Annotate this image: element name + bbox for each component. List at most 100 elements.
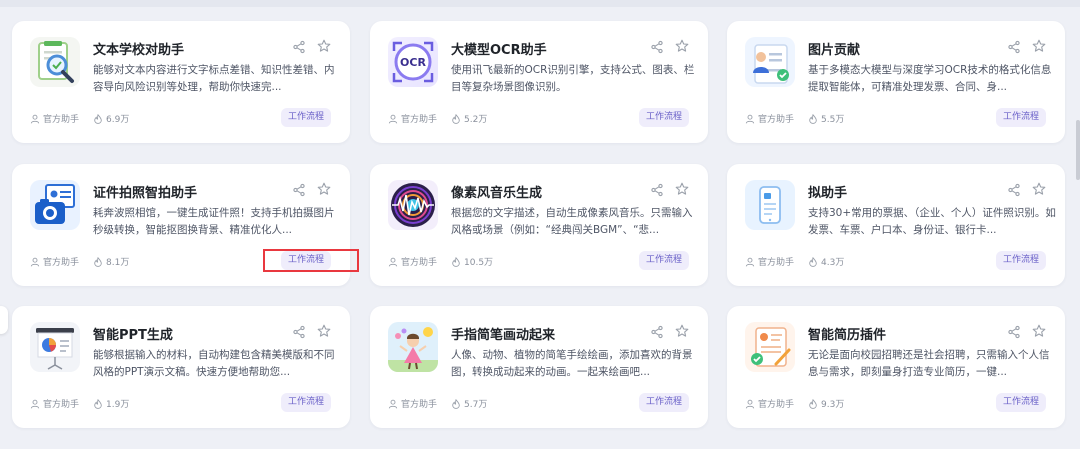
card-title: 手指简笔画动起来 (451, 328, 556, 343)
card-description: 支持30+常用的票据、（企业、个人）证件照识别。如发票、车票、户口本、身份证、银… (808, 207, 1056, 236)
share-icon[interactable] (292, 183, 306, 197)
card-description: 能够根据输入的材料，自动构建包含精美模版和不同风格的PPT演示文稿。快速方便地帮… (93, 349, 335, 378)
share-icon[interactable] (292, 325, 306, 339)
vinyl-music-icon (388, 180, 438, 230)
assistant-card-image-contribution[interactable]: 图片贡献 基于多模态大模型与深度学习OCR技术的格式化信息提取智能体，可精准处理… (727, 21, 1065, 143)
hot-flame-icon (809, 113, 817, 124)
share-icon[interactable] (292, 40, 306, 54)
author-label: 官方助手 (401, 400, 438, 410)
star-icon[interactable] (317, 182, 331, 196)
star-icon[interactable] (1032, 39, 1046, 53)
usage-count: 10.5万 (464, 258, 494, 268)
star-icon[interactable] (675, 324, 689, 338)
assistant-card-grid: 文本学校对助手 能够对文本内容进行文字标点差错、知识性差错、内容导向风险识别等处… (0, 0, 1080, 449)
user-icon (388, 114, 398, 123)
author-label: 官方助手 (43, 258, 80, 268)
card-meta: 官方助手 5.2万 (388, 112, 487, 125)
hot-flame-icon (94, 256, 102, 267)
hot-flame-icon (452, 256, 460, 267)
star-icon[interactable] (1032, 324, 1046, 338)
author-label: 官方助手 (43, 400, 80, 410)
usage-count: 8.1万 (106, 258, 130, 268)
user-icon (745, 257, 755, 266)
author-label: 官方助手 (43, 115, 80, 125)
star-icon[interactable] (317, 324, 331, 338)
card-title: 智能PPT生成 (93, 328, 173, 343)
card-meta: 官方助手 1.9万 (30, 397, 129, 410)
share-icon[interactable] (650, 183, 664, 197)
workflow-tag[interactable]: 工作流程 (996, 251, 1046, 270)
workflow-tag[interactable]: 工作流程 (281, 251, 331, 270)
user-icon (388, 257, 398, 266)
share-icon[interactable] (1007, 183, 1021, 197)
share-icon[interactable] (650, 325, 664, 339)
author-label: 官方助手 (758, 258, 795, 268)
card-description: 使用讯飞最新的OCR识别引擎，支持公式、图表、栏目等复杂场景图像识别。 (451, 64, 695, 93)
card-description: 能够对文本内容进行文字标点差错、知识性差错、内容导向风险识别等处理，帮助你快速完… (93, 64, 335, 93)
assistant-card-finger-drawing[interactable]: 手指简笔画动起来 人像、动物、植物的简笔手绘绘画，添加喜欢的背景图，转换成动起来… (370, 306, 708, 428)
workflow-tag[interactable]: 工作流程 (639, 393, 689, 412)
user-icon (30, 399, 40, 408)
author-label: 官方助手 (401, 258, 438, 268)
share-icon[interactable] (1007, 40, 1021, 54)
card-title: 像素风音乐生成 (451, 186, 543, 201)
workflow-tag[interactable]: 工作流程 (281, 393, 331, 412)
assistant-card-id-photo[interactable]: 证件拍照智拍助手 耗奔波照相馆，一键生成证件照！支持手机拍摄图片秒级转换，智能抠… (12, 164, 350, 286)
phone-document-icon (745, 180, 795, 230)
author-label: 官方助手 (758, 115, 795, 125)
card-title: 证件拍照智拍助手 (93, 186, 198, 201)
hot-flame-icon (452, 113, 460, 124)
user-icon (388, 399, 398, 408)
author-label: 官方助手 (758, 400, 795, 410)
user-icon (30, 114, 40, 123)
assistant-card-smart-ppt[interactable]: 智能PPT生成 能够根据输入的材料，自动构建包含精美模版和不同风格的PPT演示文… (12, 306, 350, 428)
id-document-icon (745, 37, 795, 87)
card-meta: 官方助手 8.1万 (30, 255, 129, 268)
hot-flame-icon (809, 398, 817, 409)
card-title: 文本学校对助手 (93, 43, 185, 58)
share-icon[interactable] (1007, 325, 1021, 339)
card-description: 根据您的文字描述，自动生成像素风音乐。只需输入风格或场景（例如：“经典闯关BGM… (451, 207, 693, 236)
star-icon[interactable] (1032, 182, 1046, 196)
card-description: 无论是面向校园招聘还是社会招聘，只需输入个人信息与需求，即刻量身打造专业简历，一… (808, 349, 1050, 378)
user-icon (745, 399, 755, 408)
star-icon[interactable] (675, 39, 689, 53)
author-label: 官方助手 (401, 115, 438, 125)
card-description: 耗奔波照相馆，一键生成证件照！支持手机拍摄图片秒级转换，智能抠图换背景、精准优化… (93, 207, 335, 236)
workflow-tag[interactable]: 工作流程 (639, 108, 689, 127)
user-icon (30, 257, 40, 266)
workflow-tag[interactable]: 工作流程 (996, 108, 1046, 127)
assistant-card-document-recognition[interactable]: 拟助手 支持30+常用的票据、（企业、个人）证件照识别。如发票、车票、户口本、身… (727, 164, 1065, 286)
card-title: 大模型OCR助手 (451, 43, 547, 58)
hot-flame-icon (94, 398, 102, 409)
usage-count: 5.2万 (464, 115, 488, 125)
card-meta: 官方助手 5.7万 (388, 397, 487, 410)
usage-count: 1.9万 (106, 400, 130, 410)
workflow-tag[interactable]: 工作流程 (639, 251, 689, 270)
hot-flame-icon (809, 256, 817, 267)
workflow-tag[interactable]: 工作流程 (281, 108, 331, 127)
svg-text:OCR: OCR (400, 56, 426, 69)
assistant-card-pixel-music[interactable]: 像素风音乐生成 根据您的文字描述，自动生成像素风音乐。只需输入风格或场景（例如：… (370, 164, 708, 286)
assistant-card-smart-resume[interactable]: 智能简历插件 无论是面向校园招聘还是社会招聘，只需输入个人信息与需求，即刻量身打… (727, 306, 1065, 428)
usage-count: 6.9万 (106, 115, 130, 125)
card-title: 图片贡献 (808, 43, 861, 58)
workflow-tag[interactable]: 工作流程 (996, 393, 1046, 412)
kid-drawing-icon (388, 322, 438, 372)
usage-count: 5.5万 (821, 115, 845, 125)
card-title: 拟助手 (808, 186, 848, 201)
resume-check-icon (745, 322, 795, 372)
star-icon[interactable] (675, 182, 689, 196)
user-icon (745, 114, 755, 123)
star-icon[interactable] (317, 39, 331, 53)
card-meta: 官方助手 4.3万 (745, 255, 844, 268)
usage-count: 9.3万 (821, 400, 845, 410)
card-meta: 官方助手 6.9万 (30, 112, 129, 125)
share-icon[interactable] (650, 40, 664, 54)
assistant-card-proofread[interactable]: 文本学校对助手 能够对文本内容进行文字标点差错、知识性差错、内容导向风险识别等处… (12, 21, 350, 143)
presentation-chart-icon (30, 322, 80, 372)
hot-flame-icon (94, 113, 102, 124)
assistant-card-ocr[interactable]: OCR 大模型OCR助手 使用讯飞最新的OCR识别引擎，支持公式、图表、栏目等复… (370, 21, 708, 143)
card-meta: 官方助手 9.3万 (745, 397, 844, 410)
camera-id-icon (30, 180, 80, 230)
